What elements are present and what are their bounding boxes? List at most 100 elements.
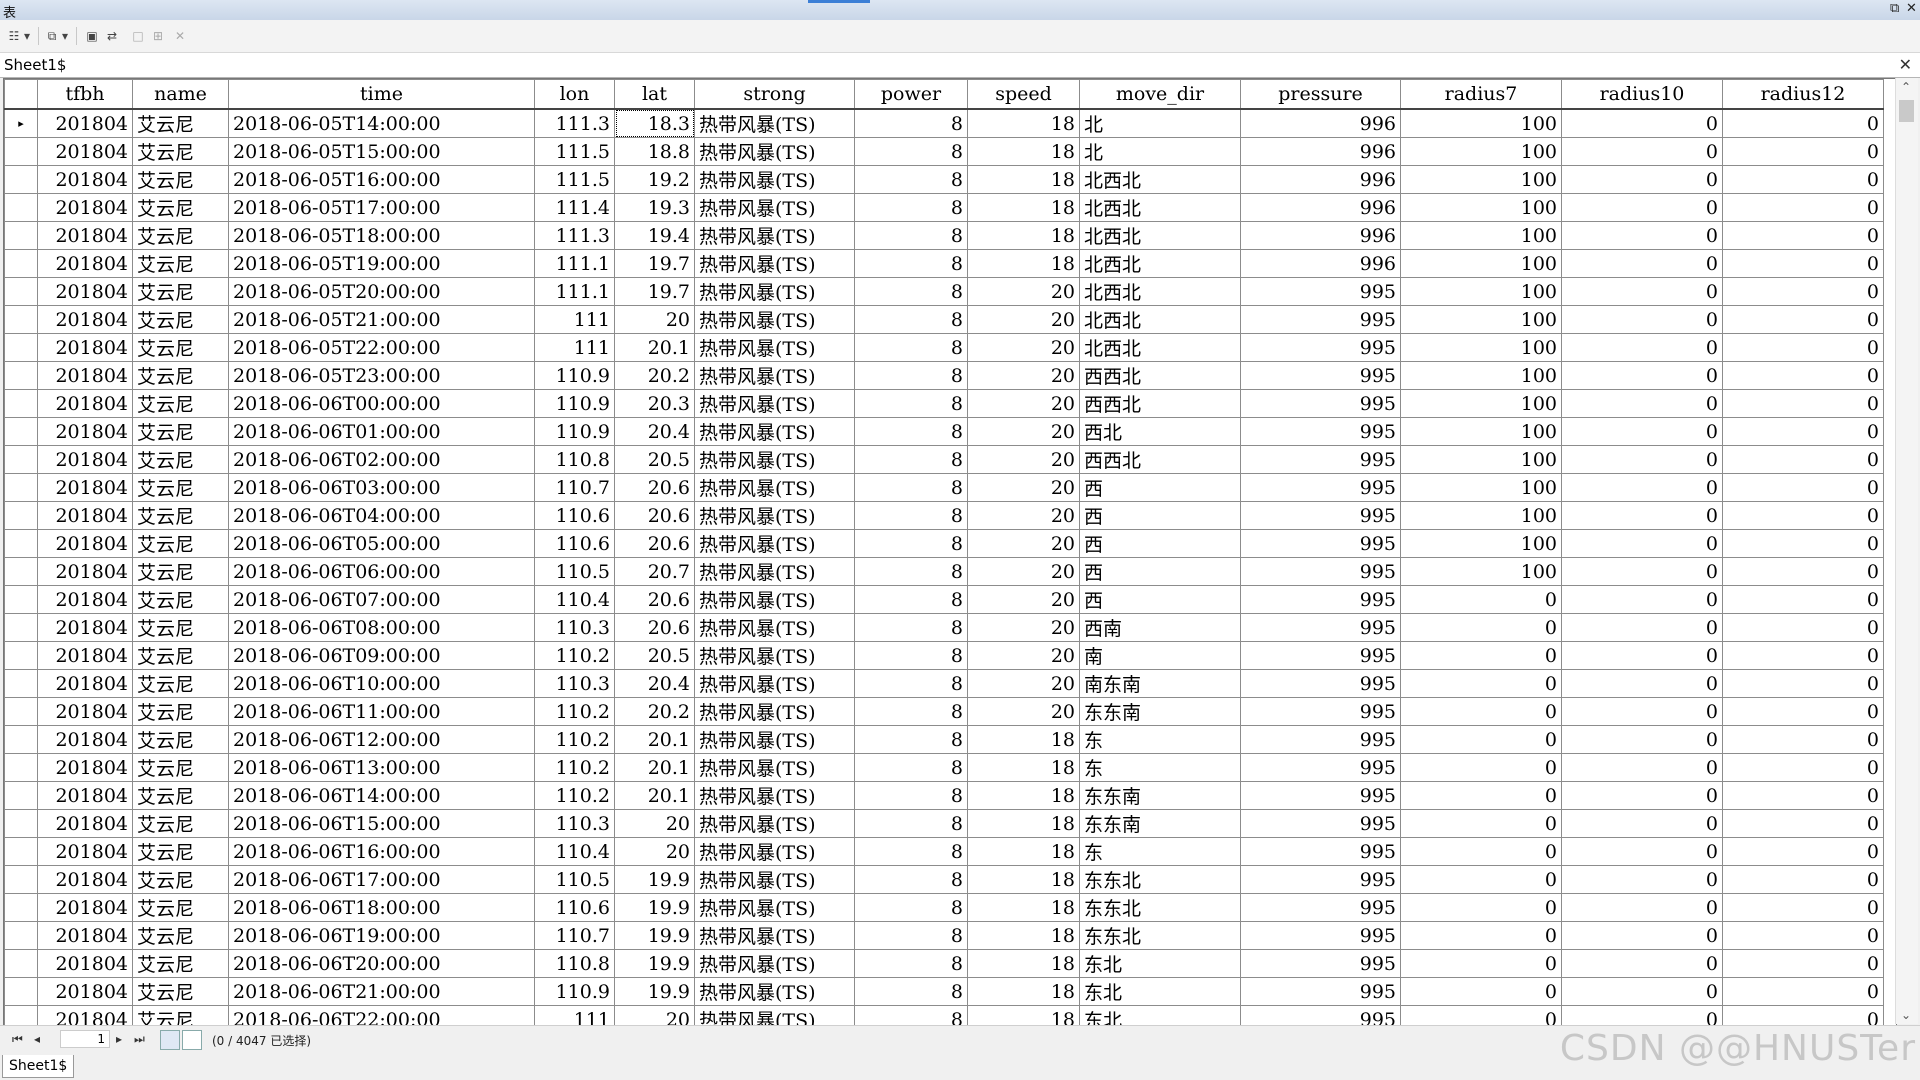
cell-move_dir[interactable]: 西西北 [1079, 389, 1241, 418]
cell-power[interactable]: 8 [854, 221, 968, 250]
cell-radius10[interactable]: 0 [1561, 613, 1723, 642]
cell-radius10[interactable]: 0 [1561, 865, 1723, 894]
cell-radius12[interactable]: 0 [1722, 557, 1884, 586]
cell-power[interactable]: 8 [854, 585, 968, 614]
cell-tfbh[interactable]: 201804 [37, 977, 133, 1006]
cell-speed[interactable]: 20 [967, 473, 1080, 502]
cell-power[interactable]: 8 [854, 137, 968, 166]
cell-speed[interactable]: 20 [967, 697, 1080, 726]
cell-radius7[interactable]: 0 [1400, 641, 1562, 670]
cell-time[interactable]: 2018-06-05T18:00:00 [228, 221, 535, 250]
cell-radius7[interactable]: 100 [1400, 529, 1562, 558]
cell-name[interactable]: 艾云尼 [132, 865, 229, 894]
cell-lat[interactable]: 20.6 [614, 529, 695, 558]
cell-tfbh[interactable]: 201804 [37, 921, 133, 950]
cell-name[interactable]: 艾云尼 [132, 753, 229, 782]
column-header-lat[interactable]: lat [614, 79, 695, 110]
cell-radius12[interactable]: 0 [1722, 501, 1884, 530]
cell-lon[interactable]: 110.2 [534, 697, 615, 726]
cell-power[interactable]: 8 [854, 809, 968, 838]
table-row[interactable]: 201804 艾云尼 2018-06-06T02:00:00 110.8 20.5 热带风… [4, 445, 1884, 474]
cell-pressure[interactable]: 995 [1240, 725, 1401, 754]
table-row[interactable]: 201804 艾云尼 2018-06-05T15:00:00 111.5 18.8 热带风… [4, 137, 1884, 166]
cell-radius12[interactable]: 0 [1722, 697, 1884, 726]
column-header-power[interactable]: power [854, 79, 968, 110]
cell-radius7[interactable]: 100 [1400, 137, 1562, 166]
cell-pressure[interactable]: 995 [1240, 837, 1401, 866]
row-selector[interactable] [4, 277, 38, 306]
cell-tfbh[interactable]: 201804 [37, 221, 133, 250]
cell-tfbh[interactable]: 201804 [37, 557, 133, 586]
cell-move_dir[interactable]: 北 [1079, 137, 1241, 166]
row-selector[interactable] [4, 501, 38, 530]
cell-radius12[interactable]: 0 [1722, 361, 1884, 390]
cell-tfbh[interactable]: 201804 [37, 165, 133, 194]
cell-radius10[interactable]: 0 [1561, 893, 1723, 922]
cell-lon[interactable]: 111 [534, 305, 615, 334]
cell-time[interactable]: 2018-06-05T14:00:00 [228, 108, 535, 138]
cell-lat[interactable]: 20.3 [614, 389, 695, 418]
cell-radius7[interactable]: 0 [1400, 613, 1562, 642]
cell-name[interactable]: 艾云尼 [132, 809, 229, 838]
cell-radius10[interactable]: 0 [1561, 221, 1723, 250]
cell-move_dir[interactable]: 北西北 [1079, 193, 1241, 222]
cell-name[interactable]: 艾云尼 [132, 837, 229, 866]
cell-lon[interactable]: 111.1 [534, 249, 615, 278]
cell-strong[interactable]: 热带风暴(TS) [694, 137, 855, 166]
cell-pressure[interactable]: 995 [1240, 585, 1401, 614]
cell-lat[interactable]: 19.9 [614, 977, 695, 1006]
cell-radius7[interactable]: 0 [1400, 753, 1562, 782]
cell-move_dir[interactable]: 东东北 [1079, 921, 1241, 950]
cell-time[interactable]: 2018-06-05T16:00:00 [228, 165, 535, 194]
row-selector[interactable] [4, 389, 38, 418]
cell-name[interactable]: 艾云尼 [132, 893, 229, 922]
scroll-down-icon[interactable]: ⌄ [1901, 1008, 1911, 1022]
cell-tfbh[interactable]: 201804 [37, 781, 133, 810]
cell-move_dir[interactable]: 南 [1079, 641, 1241, 670]
cell-radius7[interactable]: 100 [1400, 361, 1562, 390]
cell-strong[interactable]: 热带风暴(TS) [694, 557, 855, 586]
column-header-strong[interactable]: strong [694, 79, 855, 110]
cell-lat[interactable]: 18.3 [614, 108, 695, 138]
column-header-speed[interactable]: speed [967, 79, 1080, 110]
cell-time[interactable]: 2018-06-06T03:00:00 [228, 473, 535, 502]
cell-power[interactable]: 8 [854, 1005, 968, 1025]
cell-speed[interactable]: 20 [967, 361, 1080, 390]
cell-tfbh[interactable]: 201804 [37, 501, 133, 530]
cell-radius10[interactable]: 0 [1561, 389, 1723, 418]
cell-name[interactable]: 艾云尼 [132, 249, 229, 278]
scroll-thumb[interactable] [1899, 100, 1914, 122]
cell-radius7[interactable]: 100 [1400, 557, 1562, 586]
cell-lon[interactable]: 110.9 [534, 977, 615, 1006]
cell-radius7[interactable]: 0 [1400, 977, 1562, 1006]
table-row[interactable]: 201804 艾云尼 2018-06-06T10:00:00 110.3 20.4 热带风… [4, 669, 1884, 698]
cell-strong[interactable]: 热带风暴(TS) [694, 1005, 855, 1025]
options-dropdown-icon[interactable]: ▾ [22, 28, 32, 44]
column-header-lon[interactable]: lon [534, 79, 615, 110]
cell-name[interactable]: 艾云尼 [132, 585, 229, 614]
cell-move_dir[interactable]: 东 [1079, 837, 1241, 866]
cell-name[interactable]: 艾云尼 [132, 641, 229, 670]
cell-pressure[interactable]: 996 [1240, 108, 1401, 138]
cell-time[interactable]: 2018-06-06T01:00:00 [228, 417, 535, 446]
cell-lon[interactable]: 110.4 [534, 585, 615, 614]
cell-tfbh[interactable]: 201804 [37, 277, 133, 306]
cell-power[interactable]: 8 [854, 529, 968, 558]
cell-time[interactable]: 2018-06-05T20:00:00 [228, 277, 535, 306]
cell-lon[interactable]: 111.1 [534, 277, 615, 306]
cell-radius10[interactable]: 0 [1561, 249, 1723, 278]
table-row[interactable]: 201804 艾云尼 2018-06-06T20:00:00 110.8 19.9 热带风… [4, 949, 1884, 978]
cell-power[interactable]: 8 [854, 977, 968, 1006]
table-row[interactable]: 201804 艾云尼 2018-06-06T19:00:00 110.7 19.9 热带风… [4, 921, 1884, 950]
select-by-attributes-icon[interactable]: ▣ [84, 28, 100, 44]
cell-name[interactable]: 艾云尼 [132, 949, 229, 978]
cell-move_dir[interactable]: 东北 [1079, 977, 1241, 1006]
cell-radius12[interactable]: 0 [1722, 417, 1884, 446]
cell-radius12[interactable]: 0 [1722, 893, 1884, 922]
cell-pressure[interactable]: 995 [1240, 753, 1401, 782]
cell-radius7[interactable]: 0 [1400, 865, 1562, 894]
cell-strong[interactable]: 热带风暴(TS) [694, 361, 855, 390]
table-row[interactable]: 201804 艾云尼 2018-06-06T09:00:00 110.2 20.5 热带风… [4, 641, 1884, 670]
cell-radius7[interactable]: 100 [1400, 221, 1562, 250]
cell-radius12[interactable]: 0 [1722, 333, 1884, 362]
